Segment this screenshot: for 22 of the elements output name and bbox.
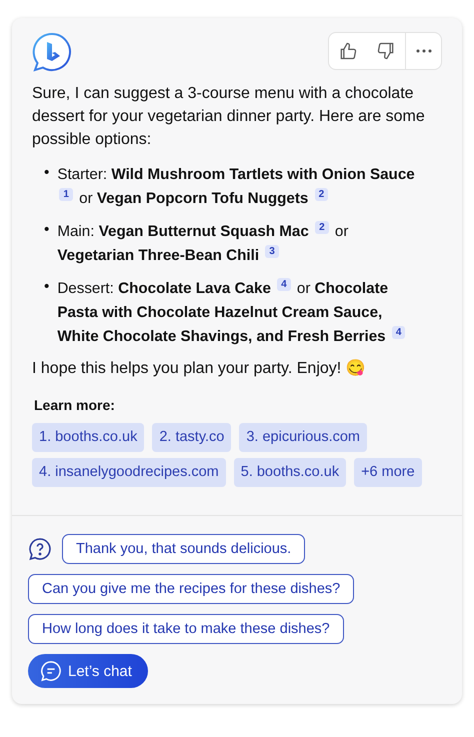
suggestion-chip[interactable]: Thank you, that sounds delicious. xyxy=(62,534,306,564)
bullet: • xyxy=(44,163,50,183)
suggestion-chip[interactable]: Can you give me the recipes for these dishes? xyxy=(28,574,354,604)
learn-more-title: Learn more: xyxy=(34,396,116,415)
source-link[interactable]: +6 more xyxy=(354,458,422,487)
chat-button[interactable]: Let’s chat xyxy=(28,654,148,688)
menu-option: Starter: Wild Mushroom Tartlets with Onion Sauce 1 or Vegan Popcorn Tofu Nuggets 2 xyxy=(57,161,418,211)
source-link[interactable]: 4. insanelygoodrecipes.com xyxy=(32,458,226,487)
suggestion-chip[interactable]: How long does it take to make these dishes? xyxy=(28,614,344,644)
question-bubble-icon xyxy=(28,537,52,561)
menu-option: Main: Vegan Butternut Squash Mac 2 or Vegetarian Three-Bean Chili 3 xyxy=(57,218,418,268)
source-link[interactable]: 2. tasty.co xyxy=(152,423,232,452)
answer-closing: I hope this helps you plan your party. Enjoy! 😋 xyxy=(32,358,367,379)
chat-logo-icon xyxy=(32,32,72,72)
chat-bubble-icon xyxy=(40,660,62,682)
answer-intro: Sure, I can suggest a 3-course menu with a chocolate dessert for your vegetarian dinner party. Here are some possible options: xyxy=(32,84,426,150)
source-link[interactable]: 3. epicurious.com xyxy=(239,423,367,452)
bullet: • xyxy=(44,220,50,240)
bullet: • xyxy=(44,277,50,297)
menu-option: Dessert: Chocolate Lava Cake 4 or Chocolate Pasta with Chocolate Hazelnut Cream Sauce, White Chocolate Shavings, and Fresh Berries 4 xyxy=(57,275,418,349)
source-link[interactable]: 1. booths.co.uk xyxy=(32,423,144,452)
source-link[interactable]: 5. booths.co.uk xyxy=(234,458,346,487)
